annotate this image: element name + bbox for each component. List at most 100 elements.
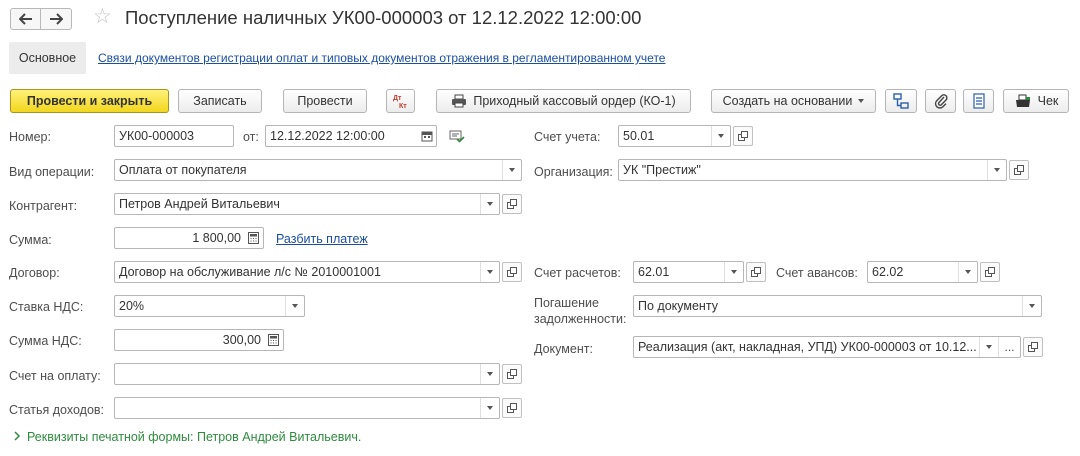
- chevron-down-icon[interactable]: [480, 364, 499, 384]
- dt-label: Дт: [393, 95, 402, 102]
- vat-amount-label: Сумма НДС:: [9, 334, 82, 348]
- settlement-account-field[interactable]: 62.01: [633, 261, 744, 283]
- create-based-on-button[interactable]: Создать на основании: [711, 89, 876, 113]
- report-button[interactable]: [963, 89, 994, 113]
- number-value: УК00-000003: [119, 129, 194, 143]
- chevron-down-icon[interactable]: [979, 337, 998, 357]
- open-icon: [738, 131, 748, 141]
- contract-value: Договор на обслуживание л/с № 2010001001: [119, 265, 381, 279]
- operation-select[interactable]: Оплата от покупателя: [114, 159, 522, 181]
- dt-kt-button[interactable]: Дт Кт: [386, 89, 415, 113]
- vat-rate-select[interactable]: 20%: [114, 295, 305, 317]
- open-icon: [507, 403, 517, 413]
- section-link-documents[interactable]: Связи документов регистрации оплат и тип…: [98, 51, 665, 65]
- open-icon: [1014, 165, 1024, 175]
- calculator-icon[interactable]: [244, 228, 263, 248]
- print-requisites-label: Реквизиты печатной формы: Петров Андрей …: [27, 430, 362, 444]
- cash-register-icon: [1015, 94, 1030, 107]
- save-button[interactable]: Записать: [178, 89, 262, 113]
- open-contract-button[interactable]: [502, 262, 522, 282]
- contract-label: Договор:: [9, 266, 60, 280]
- select-document-button[interactable]: ...: [998, 337, 1020, 357]
- open-account-button[interactable]: [733, 126, 753, 146]
- vat-amount-field[interactable]: 300,00: [114, 329, 284, 351]
- open-organization-button[interactable]: [1009, 160, 1029, 180]
- amount-label: Сумма:: [9, 233, 52, 247]
- chevron-down-icon[interactable]: [711, 126, 730, 146]
- document-value: Реализация (акт, накладная, УПД) УК00-00…: [638, 340, 977, 354]
- arrow-right-icon: [50, 13, 63, 25]
- favorite-star-icon[interactable]: ☆: [93, 5, 112, 29]
- print-requisites-toggle[interactable]: Реквизиты печатной формы: Петров Андрей …: [14, 430, 361, 444]
- calculator-icon[interactable]: [264, 330, 283, 350]
- amount-value: 1 800,00: [192, 231, 241, 245]
- document-label: Документ:: [534, 342, 593, 356]
- chevron-down-icon: [858, 99, 865, 103]
- chevron-down-icon[interactable]: [480, 194, 499, 214]
- vat-amount-value: 300,00: [222, 333, 261, 347]
- post-and-close-button[interactable]: Провести и закрыть: [10, 89, 169, 113]
- page-title: Поступление наличных УК00-000003 от 12.1…: [125, 7, 642, 28]
- vat-rate-label: Ставка НДС:: [9, 300, 84, 314]
- organization-label: Организация:: [534, 165, 613, 179]
- repayment-select[interactable]: По документу: [633, 295, 1042, 317]
- open-icon: [1028, 342, 1038, 352]
- date-label: от:: [243, 130, 259, 144]
- open-income-item-button[interactable]: [502, 398, 522, 418]
- chevron-down-icon[interactable]: [285, 296, 304, 316]
- repayment-value: По документу: [638, 299, 718, 313]
- organization-field[interactable]: УК "Престиж": [618, 159, 1007, 181]
- post-button[interactable]: Провести: [283, 89, 367, 113]
- receipt-check-label: Чек: [1037, 94, 1059, 108]
- chevron-down-icon[interactable]: [1022, 296, 1041, 316]
- repayment-label-line2: задолженности:: [534, 312, 627, 326]
- open-document-button[interactable]: [1023, 337, 1043, 357]
- receipt-check-button[interactable]: Чек: [1003, 89, 1069, 113]
- chevron-down-icon[interactable]: [987, 160, 1006, 180]
- contract-field[interactable]: Договор на обслуживание л/с № 2010001001: [114, 261, 500, 283]
- back-button[interactable]: [10, 8, 41, 30]
- open-icon: [985, 267, 995, 277]
- open-advance-account-button[interactable]: [980, 262, 1000, 282]
- date-value: 12.12.2022 12:00:00: [270, 129, 385, 143]
- chevron-right-icon: [14, 430, 21, 444]
- create-based-label: Создать на основании: [722, 94, 853, 108]
- open-icon: [507, 369, 517, 379]
- document-status-icon[interactable]: [449, 130, 465, 146]
- structure-icon: [893, 93, 909, 109]
- open-icon: [751, 267, 761, 277]
- income-item-label: Статья доходов:: [9, 403, 105, 417]
- operation-label: Вид операции:: [9, 165, 95, 179]
- date-field[interactable]: 12.12.2022 12:00:00: [265, 125, 437, 147]
- number-field[interactable]: УК00-000003: [114, 125, 234, 147]
- document-field[interactable]: Реализация (акт, накладная, УПД) УК00-00…: [633, 336, 1021, 358]
- chevron-down-icon[interactable]: [724, 262, 743, 282]
- split-payment-link[interactable]: Разбить платеж: [276, 232, 368, 246]
- chevron-down-icon[interactable]: [502, 160, 521, 180]
- calendar-icon[interactable]: [417, 126, 436, 146]
- chevron-down-icon[interactable]: [958, 262, 977, 282]
- kt-label: Кт: [399, 103, 407, 110]
- account-field[interactable]: 50.01: [618, 125, 731, 147]
- section-main[interactable]: Основное: [9, 42, 86, 74]
- income-item-field[interactable]: [114, 397, 500, 419]
- open-settlement-account-button[interactable]: [746, 262, 766, 282]
- forward-button[interactable]: [41, 8, 72, 30]
- repayment-label-line1: Погашение: [534, 296, 599, 310]
- receipt-order-button[interactable]: Приходный кассовый ордер (КО-1): [436, 89, 691, 113]
- attach-files-button[interactable]: [925, 89, 956, 113]
- open-invoice-button[interactable]: [502, 364, 522, 384]
- amount-field[interactable]: 1 800,00: [114, 227, 264, 249]
- counterparty-field[interactable]: Петров Андрей Витальевич: [114, 193, 500, 215]
- operation-value: Оплата от покупателя: [119, 163, 247, 177]
- structure-button[interactable]: [885, 89, 917, 113]
- open-counterparty-button[interactable]: [502, 194, 522, 214]
- advance-account-field[interactable]: 62.02: [867, 261, 978, 283]
- chevron-down-icon[interactable]: [480, 262, 499, 282]
- open-icon: [507, 267, 517, 277]
- invoice-field[interactable]: [114, 363, 500, 385]
- counterparty-value: Петров Андрей Витальевич: [119, 197, 280, 211]
- document-list-icon: [972, 93, 985, 109]
- advance-account-value: 62.02: [872, 265, 904, 279]
- chevron-down-icon[interactable]: [480, 398, 499, 418]
